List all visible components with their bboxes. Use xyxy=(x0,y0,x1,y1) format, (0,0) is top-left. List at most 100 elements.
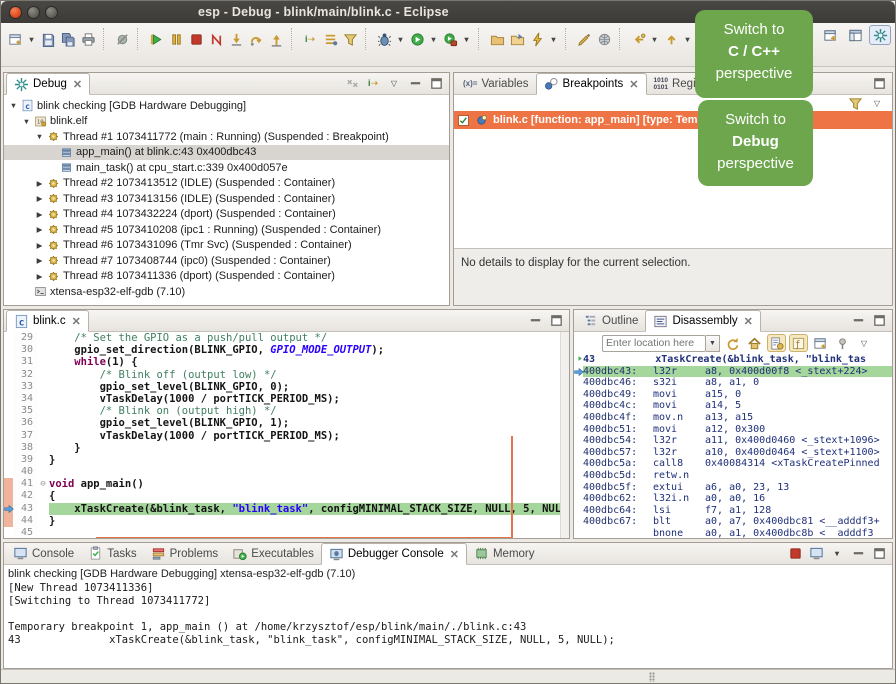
disassembly-line[interactable]: 400dbc5d:retw.n xyxy=(574,470,892,482)
print-button[interactable] xyxy=(78,28,98,50)
editor-ruler[interactable] xyxy=(4,490,13,502)
resume-button[interactable] xyxy=(146,28,166,50)
last-edit-location-button[interactable] xyxy=(628,28,648,50)
cpp-perspective-button[interactable] xyxy=(844,25,866,45)
disassembly-line[interactable]: 400dbc5a:call80x40084314 <xTaskCreatePin… xyxy=(574,458,892,470)
save-button[interactable] xyxy=(38,28,58,50)
breakpoint-row[interactable]: blink.c [function: app_main] [type: Temp… xyxy=(454,111,892,129)
show-symbols-button[interactable]: ƒ xyxy=(789,334,808,352)
disassembly-line[interactable]: 400dbc62:l32i.na0, a0, 16 xyxy=(574,493,892,505)
format-button[interactable] xyxy=(574,28,594,50)
view-menu-icon[interactable]: ▽ xyxy=(855,334,873,352)
disassembly-line[interactable]: 400dbc49:movia15, 0 xyxy=(574,389,892,401)
tab-memory[interactable]: Memory xyxy=(467,543,542,564)
suspend-button[interactable] xyxy=(166,28,186,50)
minimize-button[interactable] xyxy=(27,6,40,19)
disassembly-line[interactable]: 400dbc46:s32ia8, a1, 0 xyxy=(574,377,892,389)
debug-button[interactable] xyxy=(374,28,394,50)
code-line[interactable]: 35 /* Blink on (output high) */ xyxy=(4,405,569,417)
disassembly-line[interactable]: 400dbc5f:extuia6, a0, 23, 13 xyxy=(574,482,892,494)
debug-tree-item[interactable]: ▼Thread #1 1073411772 (main : Running) (… xyxy=(4,129,449,145)
debug-view-layout-button[interactable] xyxy=(320,28,340,50)
minimize-view-icon[interactable] xyxy=(849,312,867,330)
console-output[interactable]: blink checking [GDB Hardware Debugging] … xyxy=(4,565,892,649)
tab-debug-debug[interactable]: Debug✕ xyxy=(6,73,90,95)
disassembly-listing[interactable]: 43 xTaskCreate(&blink_task, "blink_tas 40… xyxy=(574,354,892,539)
code-line[interactable]: 33 gpio_set_level(BLINK_GPIO, 0); xyxy=(4,381,569,393)
sash-grip[interactable] xyxy=(649,672,655,682)
step-over-button[interactable] xyxy=(246,28,266,50)
debug-tree-item[interactable]: ▶Thread #2 1073413512 (IDLE) (Suspended … xyxy=(4,176,449,192)
close-icon[interactable]: ✕ xyxy=(73,78,82,91)
debug-tree-item[interactable]: ▼10blink.elf xyxy=(4,114,449,130)
editor-ruler[interactable] xyxy=(4,527,13,539)
disassembly-line[interactable]: 400dbc4f:mov.na13, a15 xyxy=(574,412,892,424)
editor-ruler[interactable] xyxy=(4,442,13,454)
tab-breakpoints[interactable]: Breakpoints✕ xyxy=(536,73,647,95)
code-line[interactable]: 34 vTaskDelay(1000 / portTICK_PERIOD_MS)… xyxy=(4,393,569,405)
editor-ruler[interactable] xyxy=(4,405,13,417)
code-line[interactable]: 37 vTaskDelay(1000 / portTICK_PERIOD_MS)… xyxy=(4,430,569,442)
expander-closed-icon[interactable]: ▶ xyxy=(34,179,45,188)
open-element-button[interactable] xyxy=(487,28,507,50)
editor-ruler[interactable] xyxy=(4,344,13,356)
code-line[interactable]: 41⊖void app_main() xyxy=(4,478,569,490)
editor-ruler[interactable] xyxy=(4,466,13,478)
close-icon[interactable]: ✕ xyxy=(744,315,753,328)
display-selected-console-button[interactable] xyxy=(807,545,825,563)
show-source-button[interactable] xyxy=(767,334,786,352)
code-line[interactable]: 36 gpio_set_level(BLINK_GPIO, 1); xyxy=(4,417,569,429)
editor-ruler[interactable] xyxy=(4,417,13,429)
disassembly-line[interactable]: 400dbc4c:movia14, 5 xyxy=(574,400,892,412)
minimize-view-icon[interactable] xyxy=(406,75,424,93)
instruction-pointer-icon[interactable] xyxy=(4,503,13,515)
disassembly-line[interactable]: bnonea0, a1, 0x400dbc8b <__adddf3 xyxy=(574,528,892,539)
expander-closed-icon[interactable]: ▶ xyxy=(34,272,45,281)
expander-closed-icon[interactable]: ▶ xyxy=(34,194,45,203)
editor-ruler[interactable] xyxy=(4,369,13,381)
tab-disassembly[interactable]: Disassembly✕ xyxy=(645,310,760,332)
editor-scrollbar[interactable] xyxy=(560,332,569,539)
editor-ruler[interactable] xyxy=(4,515,13,527)
mark-occurrences-button[interactable] xyxy=(594,28,614,50)
debug-tree-item[interactable]: ▶Thread #4 1073432224 (dport) (Suspended… xyxy=(4,207,449,223)
open-perspective-button[interactable] xyxy=(819,25,841,45)
refresh-view-button[interactable] xyxy=(723,334,742,352)
code-line[interactable]: 38 } xyxy=(4,442,569,454)
next-annotation-button[interactable] xyxy=(661,28,681,50)
debug-perspective-button[interactable] xyxy=(869,25,891,45)
instruction-stepping-button[interactable]: i➝ xyxy=(300,28,320,50)
minimize-view-icon[interactable] xyxy=(526,312,544,330)
expander-open-icon[interactable]: ▼ xyxy=(8,101,19,110)
breakpoint-checkbox[interactable] xyxy=(458,115,469,126)
editor-ruler[interactable] xyxy=(4,332,13,344)
close-icon[interactable]: ✕ xyxy=(629,78,638,91)
step-return-button[interactable] xyxy=(266,28,286,50)
code-editor[interactable]: 29 /* Set the GPIO as a push/pull output… xyxy=(4,332,569,539)
debug-tree-item[interactable]: ▶Thread #8 1073411336 (dport) (Suspended… xyxy=(4,269,449,285)
editor-ruler[interactable] xyxy=(4,478,13,490)
expander-closed-icon[interactable]: ▶ xyxy=(34,241,45,250)
disassembly-line[interactable]: 400dbc64:lsif7, a1, 128 xyxy=(574,505,892,517)
code-line[interactable]: 40 xyxy=(4,466,569,478)
maximize-view-icon[interactable] xyxy=(870,75,888,93)
tab-debugger-console[interactable]: Debugger Console✕ xyxy=(321,543,467,565)
location-dropdown[interactable]: ▼ xyxy=(706,335,720,352)
code-line[interactable]: 32 /* Blink off (output low) */ xyxy=(4,369,569,381)
next-annotation-dropdown[interactable]: ▾ xyxy=(681,28,694,50)
editor-ruler[interactable] xyxy=(4,430,13,442)
flash-button[interactable] xyxy=(527,28,547,50)
disassembly-source-line[interactable]: 43 xTaskCreate(&blink_task, "blink_tas xyxy=(574,354,892,366)
editor-ruler[interactable] xyxy=(4,454,13,466)
editor-ruler[interactable] xyxy=(4,356,13,368)
terminate-console-button[interactable] xyxy=(786,545,804,563)
code-line[interactable]: 39} xyxy=(4,454,569,466)
code-line[interactable]: 31 while(1) { xyxy=(4,356,569,368)
step-into-button[interactable] xyxy=(226,28,246,50)
debug-tree-item[interactable]: xtensa-esp32-elf-gdb (7.10) xyxy=(4,284,449,300)
disassembly-line[interactable]: 400dbc67:blta0, a7, 0x400dbc81 <__adddf3… xyxy=(574,516,892,528)
pin-view-button[interactable] xyxy=(833,334,852,352)
external-tools-dropdown[interactable]: ▾ xyxy=(460,28,473,50)
open-new-view-button[interactable] xyxy=(811,334,830,352)
debug-dropdown[interactable]: ▾ xyxy=(394,28,407,50)
